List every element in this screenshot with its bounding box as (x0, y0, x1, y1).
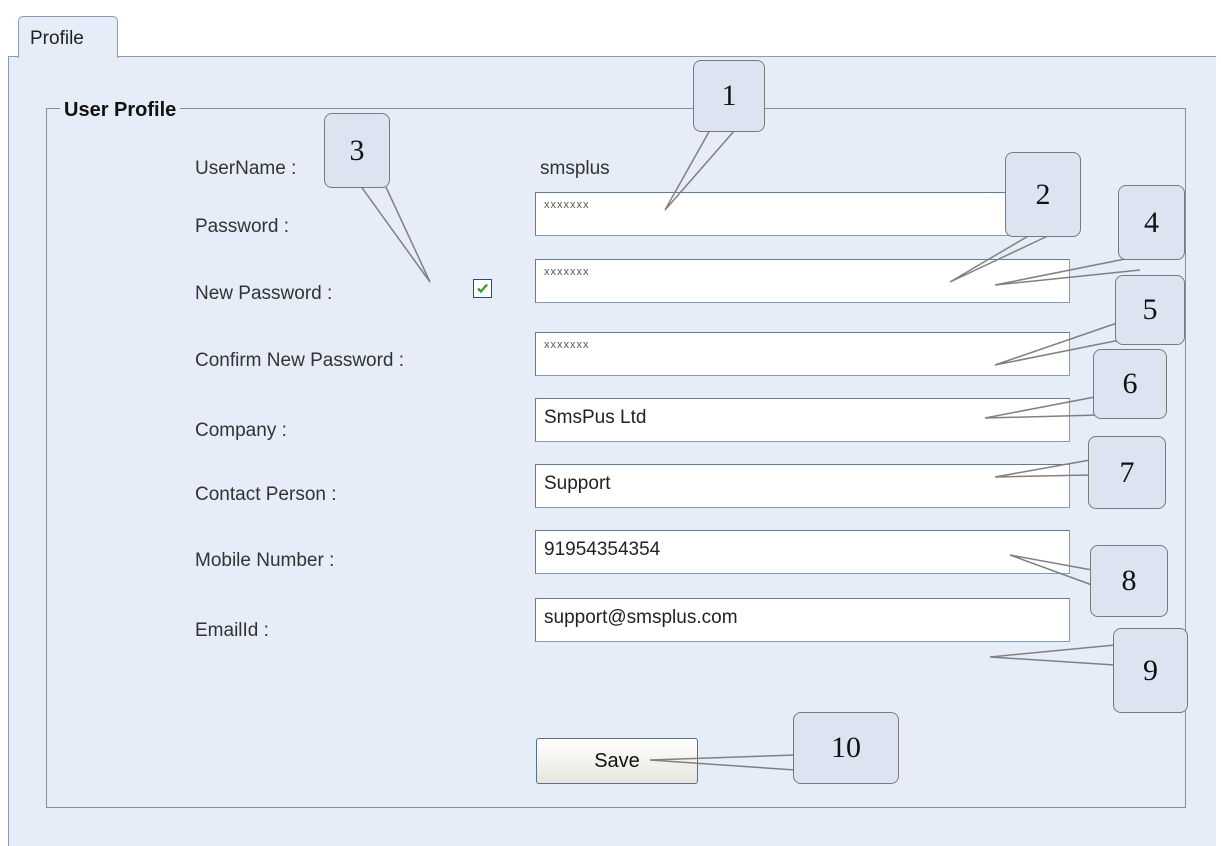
callout-2-pointer (949, 234, 1051, 283)
callout-5: 5 (1115, 275, 1185, 345)
callout-6-pointer (984, 395, 1101, 419)
callout-8: 8 (1090, 545, 1168, 617)
callout-3-pointer (359, 184, 431, 283)
callout-6: 6 (1093, 349, 1167, 419)
callout-10: 10 (793, 712, 899, 784)
callout-4: 4 (1118, 185, 1185, 260)
callout-3: 3 (324, 113, 390, 188)
callout-7-pointer (994, 459, 1091, 478)
callout-8-pointer (1009, 554, 1093, 586)
callout-pointers (359, 129, 1141, 771)
callout-1: 1 (693, 60, 765, 132)
callout-9-pointer (989, 644, 1116, 666)
callout-10-pointer (649, 754, 796, 771)
callout-7: 7 (1088, 436, 1166, 509)
callout-2: 2 (1005, 152, 1081, 237)
callout-9: 9 (1113, 628, 1188, 713)
callout-1-pointer (664, 129, 736, 211)
